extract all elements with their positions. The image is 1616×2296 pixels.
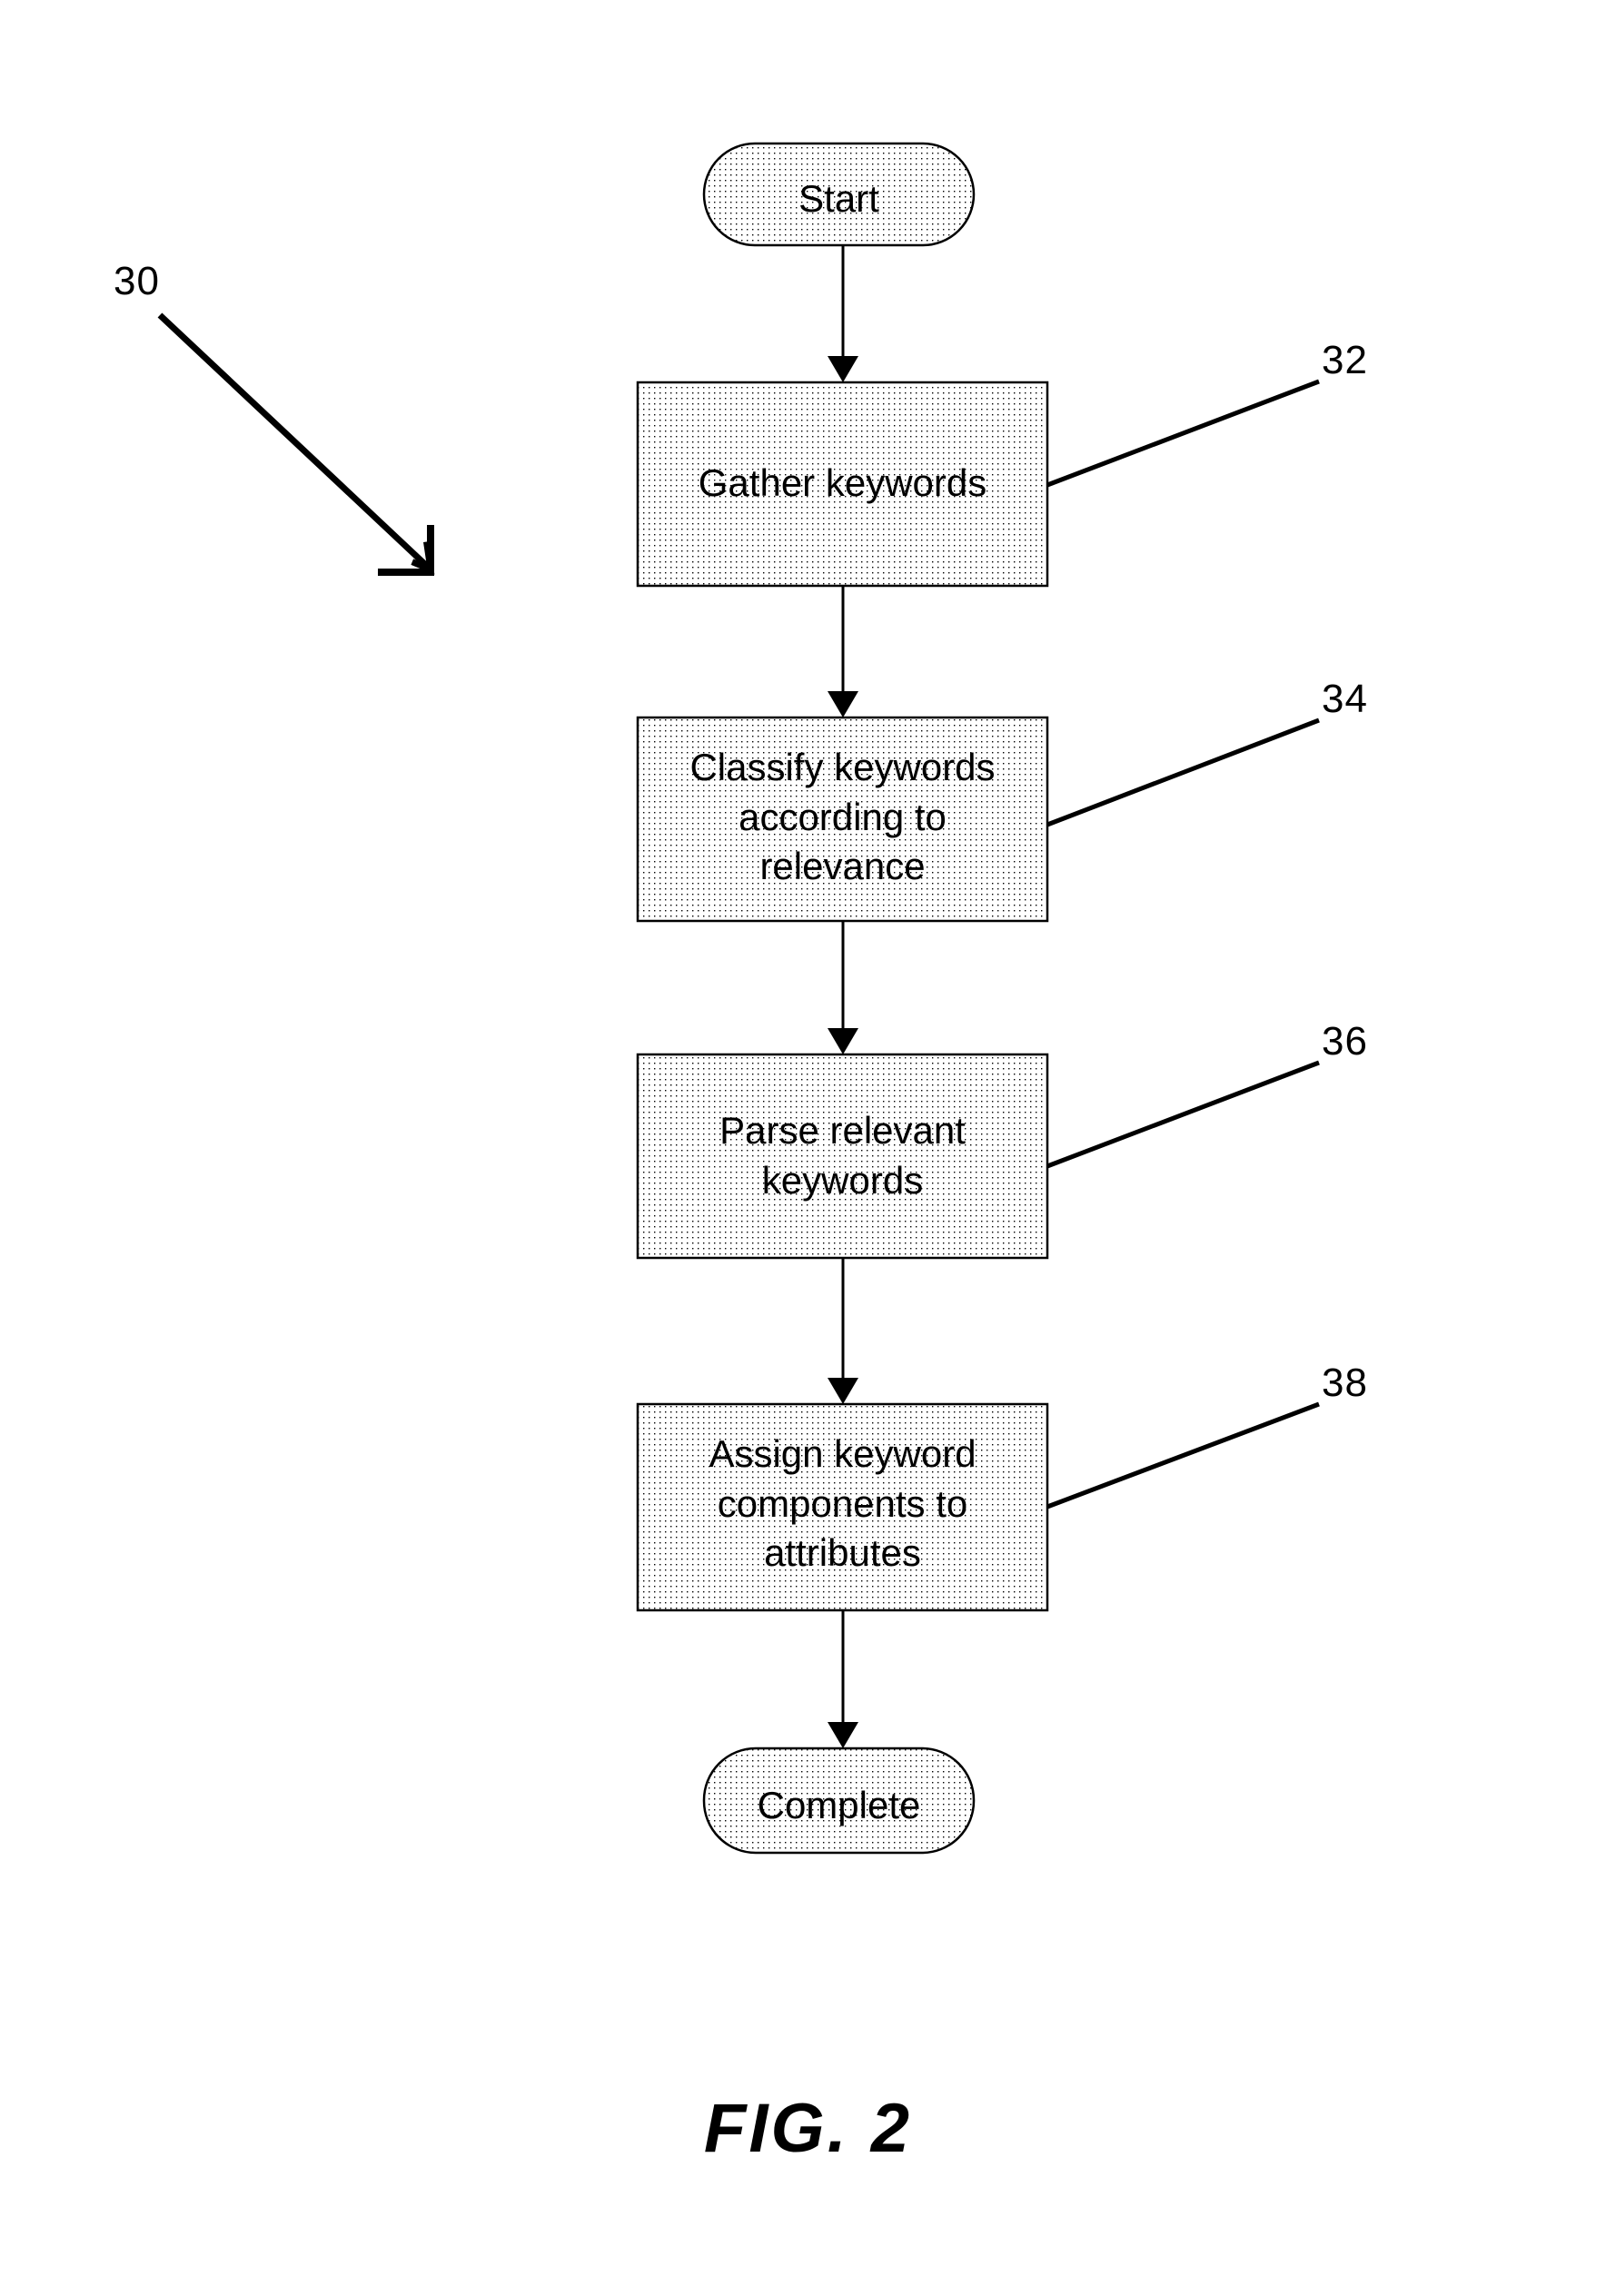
flowchart-drawing [157, 142, 1320, 1855]
leader-line-34 [1046, 718, 1320, 827]
reference-numeral-30: 30 [114, 259, 160, 303]
leader-line-32 [1046, 379, 1320, 488]
connector-gather-to-classify [828, 586, 858, 718]
node-shape-classify [636, 716, 1049, 923]
node-shape-start [702, 142, 976, 247]
node-shape-assign [636, 1402, 1049, 1612]
figure-caption: FIG. 2 [703, 2090, 913, 2167]
leader-arrow-30 [157, 312, 435, 576]
reference-numeral-34: 34 [1322, 677, 1368, 721]
connector-classify-to-parse [828, 921, 858, 1054]
node-shape-parse [636, 1053, 1049, 1260]
patent-figure-page: Start Gather keywords Classify keywords … [0, 0, 1616, 2296]
node-shape-gather [636, 381, 1049, 588]
node-shape-complete [702, 1747, 976, 1855]
leader-line-36 [1046, 1060, 1320, 1169]
connector-start-to-gather [828, 245, 858, 382]
reference-numeral-32: 32 [1322, 338, 1368, 382]
reference-numeral-38: 38 [1322, 1361, 1368, 1405]
reference-numeral-36: 36 [1322, 1019, 1368, 1064]
connector-parse-to-assign [828, 1258, 858, 1404]
connector-assign-to-complete [828, 1610, 858, 1748]
leader-line-38 [1046, 1401, 1320, 1509]
